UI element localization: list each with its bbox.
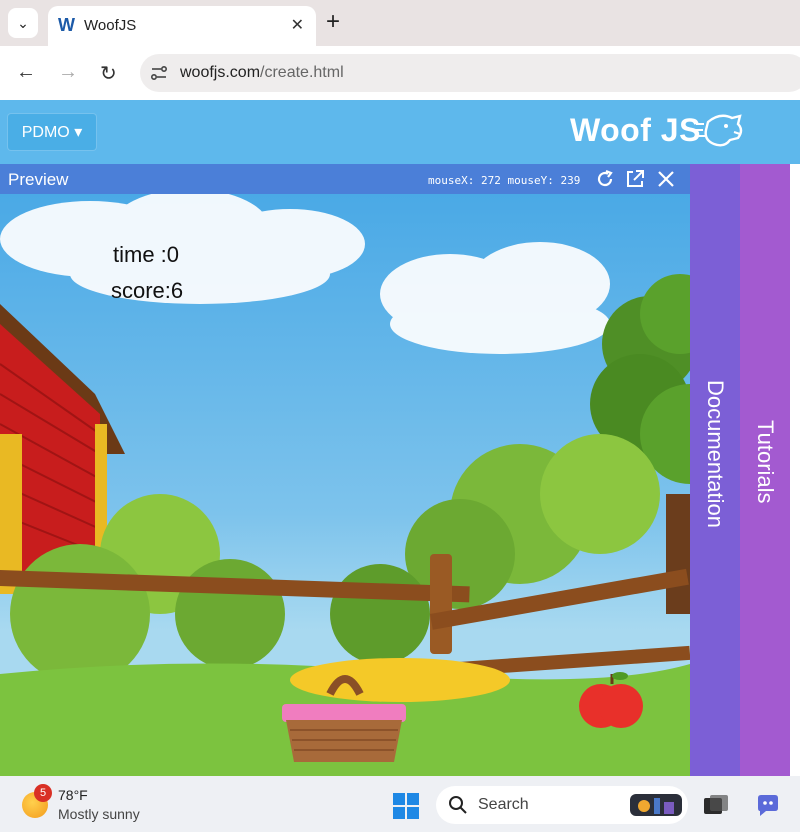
- side-scroll-strip: [790, 164, 800, 776]
- tab-list-chevron-icon[interactable]: ⌄: [8, 8, 38, 38]
- dog-logo-icon: [694, 114, 743, 147]
- weather-temperature: 78°F: [58, 787, 88, 803]
- notification-badge: 5: [34, 784, 52, 802]
- tab-title: WoofJS: [84, 17, 137, 34]
- restart-icon[interactable]: [594, 168, 616, 190]
- browser-tab-bar: ⌄ W WoofJS ✕ +: [0, 0, 800, 46]
- bushes: [10, 434, 660, 684]
- taskbar-search[interactable]: Search: [436, 786, 688, 824]
- task-view-icon[interactable]: [702, 792, 730, 820]
- back-arrow-icon[interactable]: ←: [16, 61, 36, 84]
- cloud-right: [380, 242, 610, 354]
- url-domain: woofjs.com: [180, 64, 261, 81]
- search-placeholder: Search: [478, 796, 529, 813]
- browser-tab[interactable]: W WoofJS ✕: [48, 6, 316, 46]
- chat-app-icon[interactable]: [754, 792, 782, 820]
- documentation-tab[interactable]: Documentation: [690, 164, 740, 776]
- close-tab-icon[interactable]: ✕: [291, 15, 304, 35]
- farm-backdrop: [0, 194, 690, 776]
- weather-description: Mostly sunny: [58, 806, 140, 822]
- preview-toolbar: Preview mouseX: 272 mouseY: 239: [0, 164, 690, 194]
- site-settings-icon[interactable]: [150, 64, 168, 82]
- reload-icon[interactable]: ↻: [100, 61, 117, 86]
- new-tab-button[interactable]: +: [326, 8, 340, 36]
- time-counter: time :0: [113, 242, 180, 267]
- forward-arrow-icon[interactable]: →: [58, 61, 78, 84]
- documentation-label: Documentation: [703, 380, 728, 528]
- score-counter: score:6: [111, 278, 184, 303]
- tutorials-tab[interactable]: Tutorials: [740, 164, 790, 776]
- woofjs-header: PDMO ▾ Woof JS: [0, 100, 800, 164]
- woofjs-logo-text: Woof JS: [570, 112, 701, 148]
- tutorials-label: Tutorials: [753, 420, 778, 504]
- woofjs-favicon-icon: W: [58, 15, 75, 35]
- address-bar: ← → ↻ woofjs.com/create.html: [0, 46, 800, 100]
- open-external-icon[interactable]: [624, 168, 646, 190]
- close-preview-icon[interactable]: [655, 168, 677, 190]
- project-menu-button[interactable]: PDMO ▾: [8, 114, 96, 150]
- search-icon: [449, 796, 467, 814]
- windows-taskbar: 5 78°F Mostly sunny Search: [0, 776, 800, 832]
- hay-pile: [290, 658, 510, 702]
- windows-start-icon[interactable]: [392, 792, 420, 820]
- preview-label: Preview: [8, 170, 69, 189]
- search-highlight-art-icon: [630, 794, 682, 816]
- game-stage[interactable]: time :0 score:6: [0, 194, 690, 776]
- mouse-coordinates-readout: mouseX: 272 mouseY: 239: [428, 174, 581, 187]
- url-path: /create.html: [260, 64, 344, 81]
- url-text: woofjs.com/create.html: [180, 64, 344, 82]
- url-field[interactable]: woofjs.com/create.html: [140, 54, 800, 92]
